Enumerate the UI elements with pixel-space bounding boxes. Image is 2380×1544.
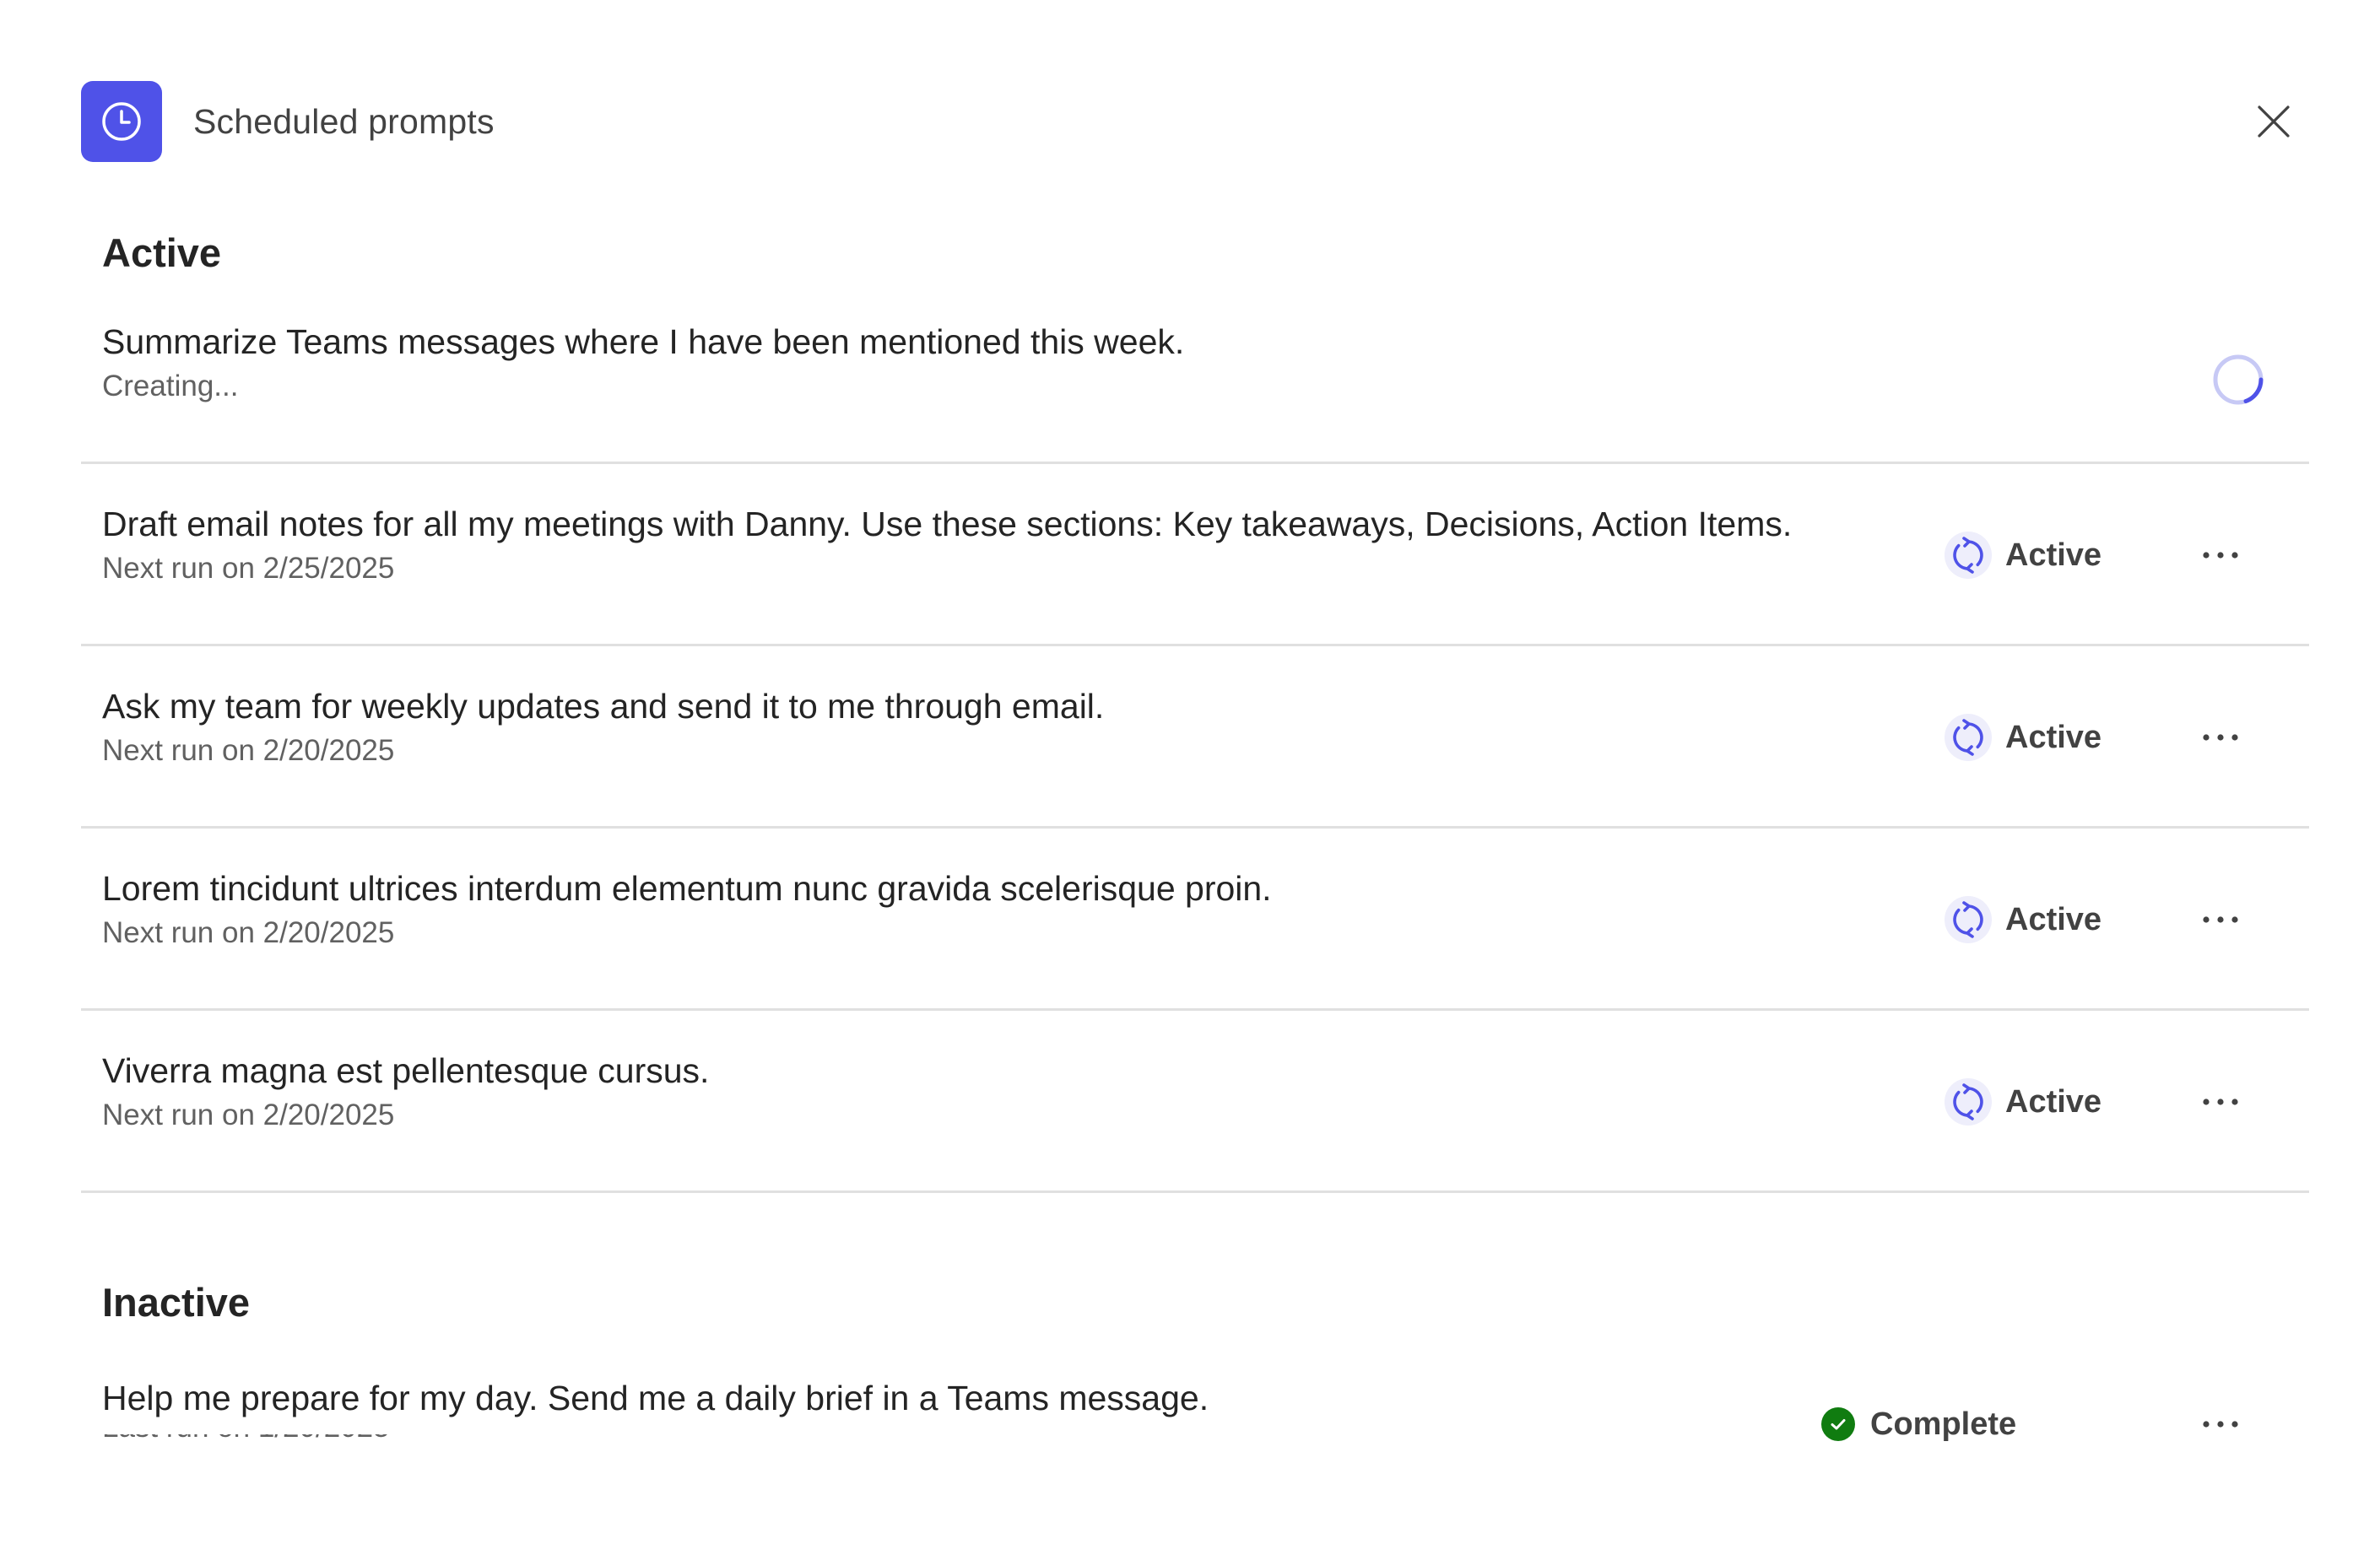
next-run-text: Next run on 2/25/2025 — [102, 552, 395, 585]
prompt-title: Viverra magna est pellentesque cursus. — [102, 1051, 710, 1090]
spinner-icon — [2213, 354, 2264, 405]
checkmark-circle-icon — [1821, 1407, 1855, 1441]
prompt-title: Ask my team for weekly updates and send … — [102, 687, 1105, 726]
sync-icon — [1945, 896, 1992, 943]
more-options-button[interactable] — [2191, 1077, 2250, 1127]
status-label: Active — [2005, 1083, 2102, 1120]
prompt-title: Summarize Teams messages where I have be… — [102, 322, 1185, 361]
close-button[interactable] — [2250, 98, 2297, 145]
prompt-status-text: Creating... — [102, 370, 239, 402]
status-label: Active — [2005, 537, 2102, 573]
status-badge: Active — [1945, 1078, 2101, 1126]
status-badge: Active — [1945, 714, 2101, 761]
next-run-text: Next run on 2/20/2025 — [102, 734, 395, 767]
more-options-button[interactable] — [2191, 894, 2250, 945]
more-options-button[interactable] — [2191, 1399, 2250, 1450]
close-icon — [2258, 105, 2290, 138]
status-label: Active — [2005, 901, 2102, 937]
next-run-text: Next run on 2/20/2025 — [102, 916, 395, 949]
more-horizontal-icon — [2203, 1099, 2238, 1105]
list-item[interactable]: Ask my team for weekly updates and send … — [81, 646, 2309, 829]
more-options-button[interactable] — [2191, 530, 2250, 580]
sync-icon — [1945, 1078, 1992, 1126]
dialog-header: Scheduled prompts — [81, 81, 495, 162]
more-horizontal-icon — [2203, 552, 2238, 559]
status-badge: Active — [1945, 896, 2101, 943]
status-label: Active — [2005, 719, 2102, 755]
list-item[interactable]: Draft email notes for all my meetings wi… — [81, 464, 2309, 646]
prompt-title: Lorem tincidunt ultrices interdum elemen… — [102, 869, 1272, 908]
prompt-title: Draft email notes for all my meetings wi… — [102, 505, 1793, 543]
status-badge: Active — [1945, 532, 2101, 579]
list-item[interactable]: Lorem tincidunt ultrices interdum elemen… — [81, 829, 2309, 1011]
status-label: Complete — [1870, 1406, 2017, 1442]
more-horizontal-icon — [2203, 734, 2238, 741]
dialog-title: Scheduled prompts — [193, 101, 495, 141]
list-item[interactable]: Viverra magna est pellentesque cursus. N… — [81, 1011, 2309, 1193]
prompt-title: Help me prepare for my day. Send me a da… — [102, 1379, 1209, 1417]
next-run-text: Next run on 2/20/2025 — [102, 1099, 395, 1131]
active-section-heading: Active — [102, 230, 222, 275]
sync-icon — [1945, 532, 1992, 579]
more-horizontal-icon — [2203, 1421, 2238, 1428]
sync-icon — [1945, 714, 1992, 761]
status-badge: Complete — [1821, 1399, 2016, 1450]
clock-icon — [81, 81, 162, 162]
more-horizontal-icon — [2203, 916, 2238, 923]
list-item[interactable]: Summarize Teams messages where I have be… — [81, 282, 2309, 464]
inactive-section-heading: Inactive — [102, 1280, 251, 1325]
last-run-text: Last run on 1/20/2025 — [102, 1434, 390, 1446]
more-options-button[interactable] — [2191, 712, 2250, 763]
